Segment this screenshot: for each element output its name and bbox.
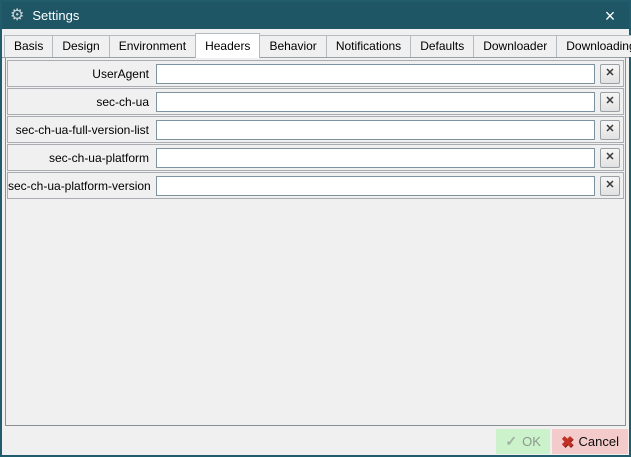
sec-ch-ua-platform-version-input[interactable] — [156, 176, 595, 196]
clear-sec-ch-ua-button[interactable]: ✕ — [600, 92, 620, 112]
header-row-sec-ch-ua-full-version-list: sec-ch-ua-full-version-list ✕ — [7, 116, 624, 143]
headers-tab-content: UserAgent ✕ sec-ch-ua ✕ sec-ch-ua-full-v… — [5, 58, 626, 426]
clear-useragent-button[interactable]: ✕ — [600, 64, 620, 84]
header-row-useragent: UserAgent ✕ — [7, 60, 624, 87]
useragent-label: UserAgent — [8, 67, 156, 81]
sec-ch-ua-full-version-list-input[interactable] — [156, 120, 595, 140]
window-title: Settings — [32, 8, 79, 23]
tab-basis[interactable]: Basis — [4, 35, 53, 57]
tab-bar: Basis Design Environment Headers Behavio… — [2, 29, 629, 58]
cancel-button[interactable]: ✖ Cancel — [552, 429, 628, 454]
settings-window: ⚙ Settings × Basis Design Environment He… — [0, 0, 631, 457]
tab-downloader[interactable]: Downloader — [473, 35, 557, 57]
header-row-sec-ch-ua-platform: sec-ch-ua-platform ✕ — [7, 144, 624, 171]
titlebar: ⚙ Settings × — [2, 2, 629, 29]
sec-ch-ua-platform-version-label: sec-ch-ua-platform-version — [8, 179, 156, 193]
header-row-sec-ch-ua-platform-version: sec-ch-ua-platform-version ✕ — [7, 172, 624, 199]
clear-sec-ch-ua-platform-button[interactable]: ✕ — [600, 148, 620, 168]
ok-button-label: OK — [522, 434, 541, 449]
clear-sec-ch-ua-full-version-list-button[interactable]: ✕ — [600, 120, 620, 140]
sec-ch-ua-input[interactable] — [156, 92, 595, 112]
useragent-input[interactable] — [156, 64, 595, 84]
close-icon[interactable]: × — [597, 4, 623, 28]
ok-button[interactable]: ✓ OK — [496, 429, 550, 454]
tab-downloading[interactable]: Downloading — [556, 35, 631, 57]
tab-headers[interactable]: Headers — [195, 33, 260, 58]
tab-design[interactable]: Design — [52, 35, 109, 57]
header-row-sec-ch-ua: sec-ch-ua ✕ — [7, 88, 624, 115]
button-bar: ✓ OK ✖ Cancel — [2, 428, 629, 455]
tab-behavior[interactable]: Behavior — [259, 35, 326, 57]
gear-icon: ⚙ — [10, 8, 24, 24]
sec-ch-ua-full-version-list-label: sec-ch-ua-full-version-list — [8, 123, 156, 137]
sec-ch-ua-label: sec-ch-ua — [8, 95, 156, 109]
sec-ch-ua-platform-input[interactable] — [156, 148, 595, 168]
check-icon: ✓ — [505, 433, 517, 450]
tab-notifications[interactable]: Notifications — [326, 35, 411, 57]
cancel-x-icon: ✖ — [561, 433, 574, 451]
tab-defaults[interactable]: Defaults — [410, 35, 474, 57]
sec-ch-ua-platform-label: sec-ch-ua-platform — [8, 151, 156, 165]
cancel-button-label: Cancel — [579, 434, 619, 449]
tab-environment[interactable]: Environment — [109, 35, 196, 57]
clear-sec-ch-ua-platform-version-button[interactable]: ✕ — [600, 176, 620, 196]
